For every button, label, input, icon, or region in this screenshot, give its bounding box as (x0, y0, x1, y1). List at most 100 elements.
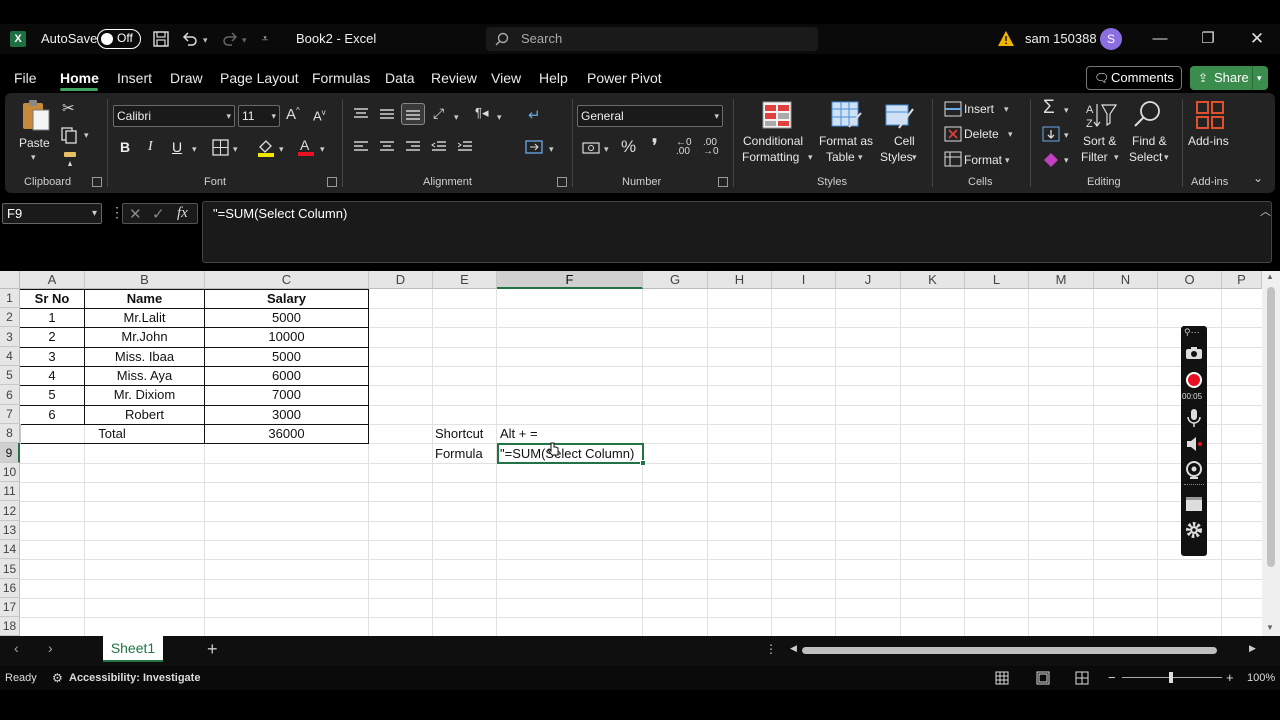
merge-center-icon[interactable] (525, 140, 543, 154)
tab-help[interactable]: Help (539, 66, 568, 90)
autosum-icon[interactable]: Σ (1043, 97, 1055, 119)
formula-input[interactable]: "=SUM(Select Column) ︿ (202, 201, 1272, 263)
screen-area-icon[interactable] (1185, 496, 1203, 512)
format-as-table-label-1[interactable]: Format as (819, 134, 873, 149)
font-launcher-icon[interactable] (327, 177, 337, 187)
tab-split-handle-icon[interactable]: ⋮ (765, 642, 777, 656)
format-painter-icon[interactable] (61, 150, 79, 168)
header-name[interactable]: Name (85, 289, 204, 308)
user-avatar[interactable]: S (1100, 28, 1122, 50)
zoom-level[interactable]: 100% (1247, 666, 1275, 690)
italic-button[interactable]: I (148, 139, 153, 155)
find-select-label-1[interactable]: Find & (1132, 134, 1167, 149)
cut-icon[interactable]: ✂ (62, 99, 75, 117)
zoom-slider-thumb[interactable] (1169, 672, 1173, 683)
column-header-o[interactable]: O (1158, 271, 1222, 289)
decrease-indent-icon[interactable] (431, 140, 447, 154)
tab-home[interactable]: Home (60, 66, 99, 90)
save-icon[interactable] (152, 30, 170, 48)
table-cell[interactable]: 5 (20, 385, 84, 404)
select-all-corner[interactable] (0, 271, 20, 289)
share-button[interactable]: ⇪ Share ▾ (1190, 66, 1268, 90)
settings-gear-icon[interactable] (1185, 521, 1203, 539)
column-header-l[interactable]: L (965, 271, 1029, 289)
sort-filter-icon[interactable]: AZ (1085, 101, 1117, 129)
table-cell[interactable]: Mr. Dixiom (85, 385, 204, 404)
zoom-in-icon[interactable]: + (1226, 666, 1234, 690)
undo-icon[interactable] (180, 29, 200, 49)
merge-dropdown-icon[interactable]: ▾ (549, 144, 554, 155)
row-header-6[interactable]: 6 (0, 385, 20, 405)
warning-icon[interactable] (997, 30, 1015, 47)
alignment-launcher-icon[interactable] (557, 177, 567, 187)
speaker-icon[interactable] (1185, 436, 1203, 452)
camera-icon[interactable] (1185, 346, 1203, 360)
column-header-i[interactable]: I (772, 271, 836, 289)
next-sheet-icon[interactable]: › (48, 640, 53, 656)
row-header-16[interactable]: 16 (0, 579, 20, 598)
find-select-label-2[interactable]: Select (1129, 150, 1162, 165)
share-dropdown-icon[interactable]: ▾ (1257, 66, 1262, 90)
accounting-format-icon[interactable] (582, 141, 602, 155)
table-cell[interactable]: 5000 (205, 347, 368, 366)
orientation-dropdown-icon[interactable]: ▾ (454, 112, 459, 123)
conditional-formatting-label-2[interactable]: Formatting (742, 150, 799, 165)
table-cell[interactable]: 6000 (205, 366, 368, 385)
record-icon[interactable] (1185, 371, 1203, 389)
search-box[interactable]: Search (486, 27, 818, 51)
borders-dropdown-icon[interactable]: ▾ (233, 144, 238, 155)
accounting-dropdown-icon[interactable]: ▾ (604, 144, 609, 155)
sort-filter-label-2[interactable]: Filter (1081, 150, 1108, 165)
row-header-14[interactable]: 14 (0, 540, 20, 559)
tab-draw[interactable]: Draw (170, 66, 203, 90)
row-header-3[interactable]: 3 (0, 327, 20, 347)
table-cell[interactable]: 4 (20, 366, 84, 385)
align-right-icon[interactable] (405, 140, 421, 154)
increase-indent-icon[interactable] (457, 140, 473, 154)
active-cell-f9[interactable] (497, 443, 644, 464)
cancel-entry-icon[interactable]: ✕ (129, 205, 142, 223)
copy-dropdown-icon[interactable]: ▾ (84, 130, 89, 141)
find-select-icon[interactable] (1131, 99, 1163, 131)
table-cell[interactable]: 1 (20, 308, 84, 327)
orientation-icon[interactable]: ⤢ (433, 105, 444, 122)
redo-dropdown-icon[interactable]: ▾ (242, 32, 247, 48)
row-header-12[interactable]: 12 (0, 501, 20, 521)
format-dropdown-icon[interactable]: ▾ (1005, 155, 1010, 166)
format-as-table-icon[interactable] (831, 101, 863, 131)
fill-dropdown-icon[interactable]: ▾ (1064, 130, 1069, 141)
insert-dropdown-icon[interactable]: ▾ (1004, 104, 1009, 115)
confirm-entry-icon[interactable]: ✓ (152, 205, 165, 223)
table-cell[interactable]: 2 (20, 327, 84, 346)
undo-dropdown-icon[interactable]: ▾ (203, 32, 208, 48)
shortcut-value-cell[interactable]: Alt + = (500, 424, 640, 443)
column-header-f[interactable]: F (497, 271, 643, 289)
tab-formulas[interactable]: Formulas (312, 66, 370, 90)
autosave-toggle[interactable]: Off (97, 29, 141, 49)
shortcut-label-cell[interactable]: Shortcut (435, 424, 497, 443)
fill-handle[interactable] (640, 460, 646, 466)
underline-dropdown-icon[interactable]: ▾ (192, 144, 197, 155)
scroll-left-icon[interactable]: ◀ (790, 643, 797, 654)
format-cells-icon[interactable] (944, 151, 962, 167)
page-break-view-icon[interactable] (1075, 671, 1089, 685)
prev-sheet-icon[interactable]: ‹ (14, 640, 19, 656)
comma-style-icon[interactable]: ❜ (652, 136, 657, 156)
column-header-c[interactable]: C (205, 271, 369, 289)
column-header-g[interactable]: G (643, 271, 708, 289)
collapse-formula-bar-icon[interactable]: ︿ (1260, 204, 1271, 220)
sheet-tab-sheet1[interactable]: Sheet1 (103, 636, 163, 662)
comments-button[interactable]: 🗨 Comments (1086, 66, 1182, 90)
fill-color-icon[interactable] (256, 137, 276, 157)
fill-color-dropdown-icon[interactable]: ▾ (279, 144, 284, 155)
insert-cells-label[interactable]: Insert (964, 102, 994, 117)
add-ins-label[interactable]: Add-ins (1188, 134, 1229, 149)
scroll-right-icon[interactable]: ▶ (1249, 643, 1256, 654)
microphone-icon[interactable] (1185, 408, 1203, 428)
add-ins-icon[interactable] (1195, 100, 1225, 130)
vertical-scrollbar[interactable]: ▲ ▼ (1262, 271, 1280, 636)
fill-icon[interactable] (1042, 126, 1060, 142)
clipboard-launcher-icon[interactable] (92, 177, 102, 187)
increase-decimal-icon[interactable]: ←0.00 (676, 138, 692, 157)
font-name-select[interactable]: Calibri ▾ (113, 105, 235, 127)
